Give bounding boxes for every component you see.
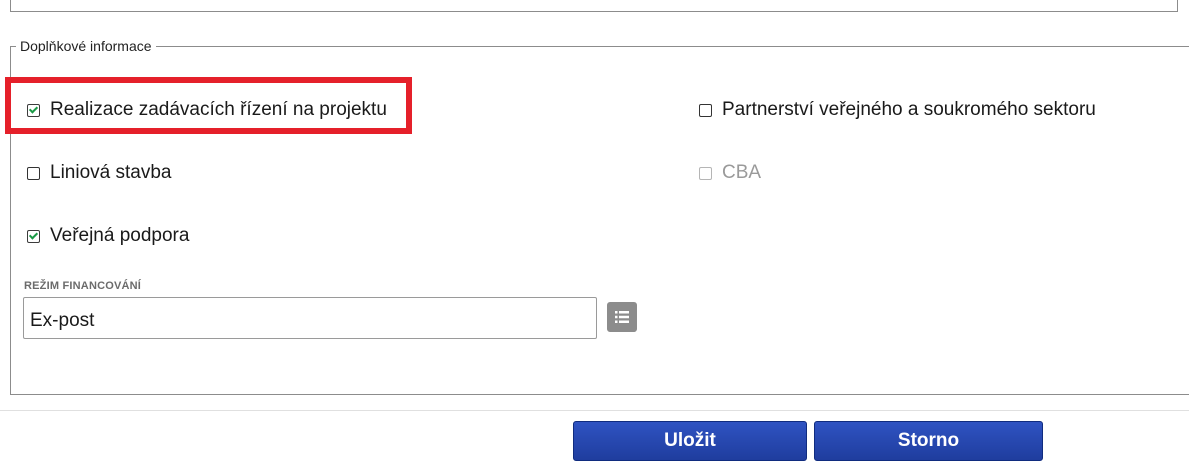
cancel-button[interactable]: Storno (814, 421, 1043, 461)
top-panel (10, 0, 1178, 12)
fieldset-legend: Doplňkové informace (16, 37, 156, 55)
financovani-field[interactable]: Ex-post (23, 297, 597, 339)
checkbox-partnerstvi-label: Partnerství veřejného a soukromého sekto… (722, 99, 1096, 120)
financovani-label: REŽIM FINANCOVÁNÍ (24, 280, 142, 292)
save-button[interactable]: Uložit (573, 421, 807, 461)
checkbox-liniova-label: Liniová stavba (50, 162, 172, 183)
checkbox-cba-label: CBA (722, 162, 762, 183)
checkbox-disabled-icon (699, 166, 712, 180)
checkbox-unchecked-icon[interactable] (699, 103, 712, 117)
checkbox-unchecked-icon[interactable] (27, 166, 40, 180)
checkbox-partnerstvi[interactable]: Partnerství veřejného a soukromého sekto… (699, 99, 1096, 121)
checkbox-realizace-label: Realizace zadávacích řízení na projektu (50, 99, 387, 120)
checkbox-verejna[interactable]: Veřejná podpora (27, 225, 189, 247)
checkbox-verejna-label: Veřejná podpora (50, 225, 190, 246)
checkbox-checked-icon[interactable] (27, 229, 40, 243)
checkbox-checked-icon[interactable] (27, 103, 40, 117)
checkbox-realizace[interactable]: Realizace zadávacích řízení na projektu (27, 99, 387, 121)
list-icon[interactable] (607, 302, 637, 332)
footer-divider (0, 410, 1189, 411)
checkbox-liniova[interactable]: Liniová stavba (27, 162, 171, 184)
checkbox-cba: CBA (699, 162, 761, 184)
